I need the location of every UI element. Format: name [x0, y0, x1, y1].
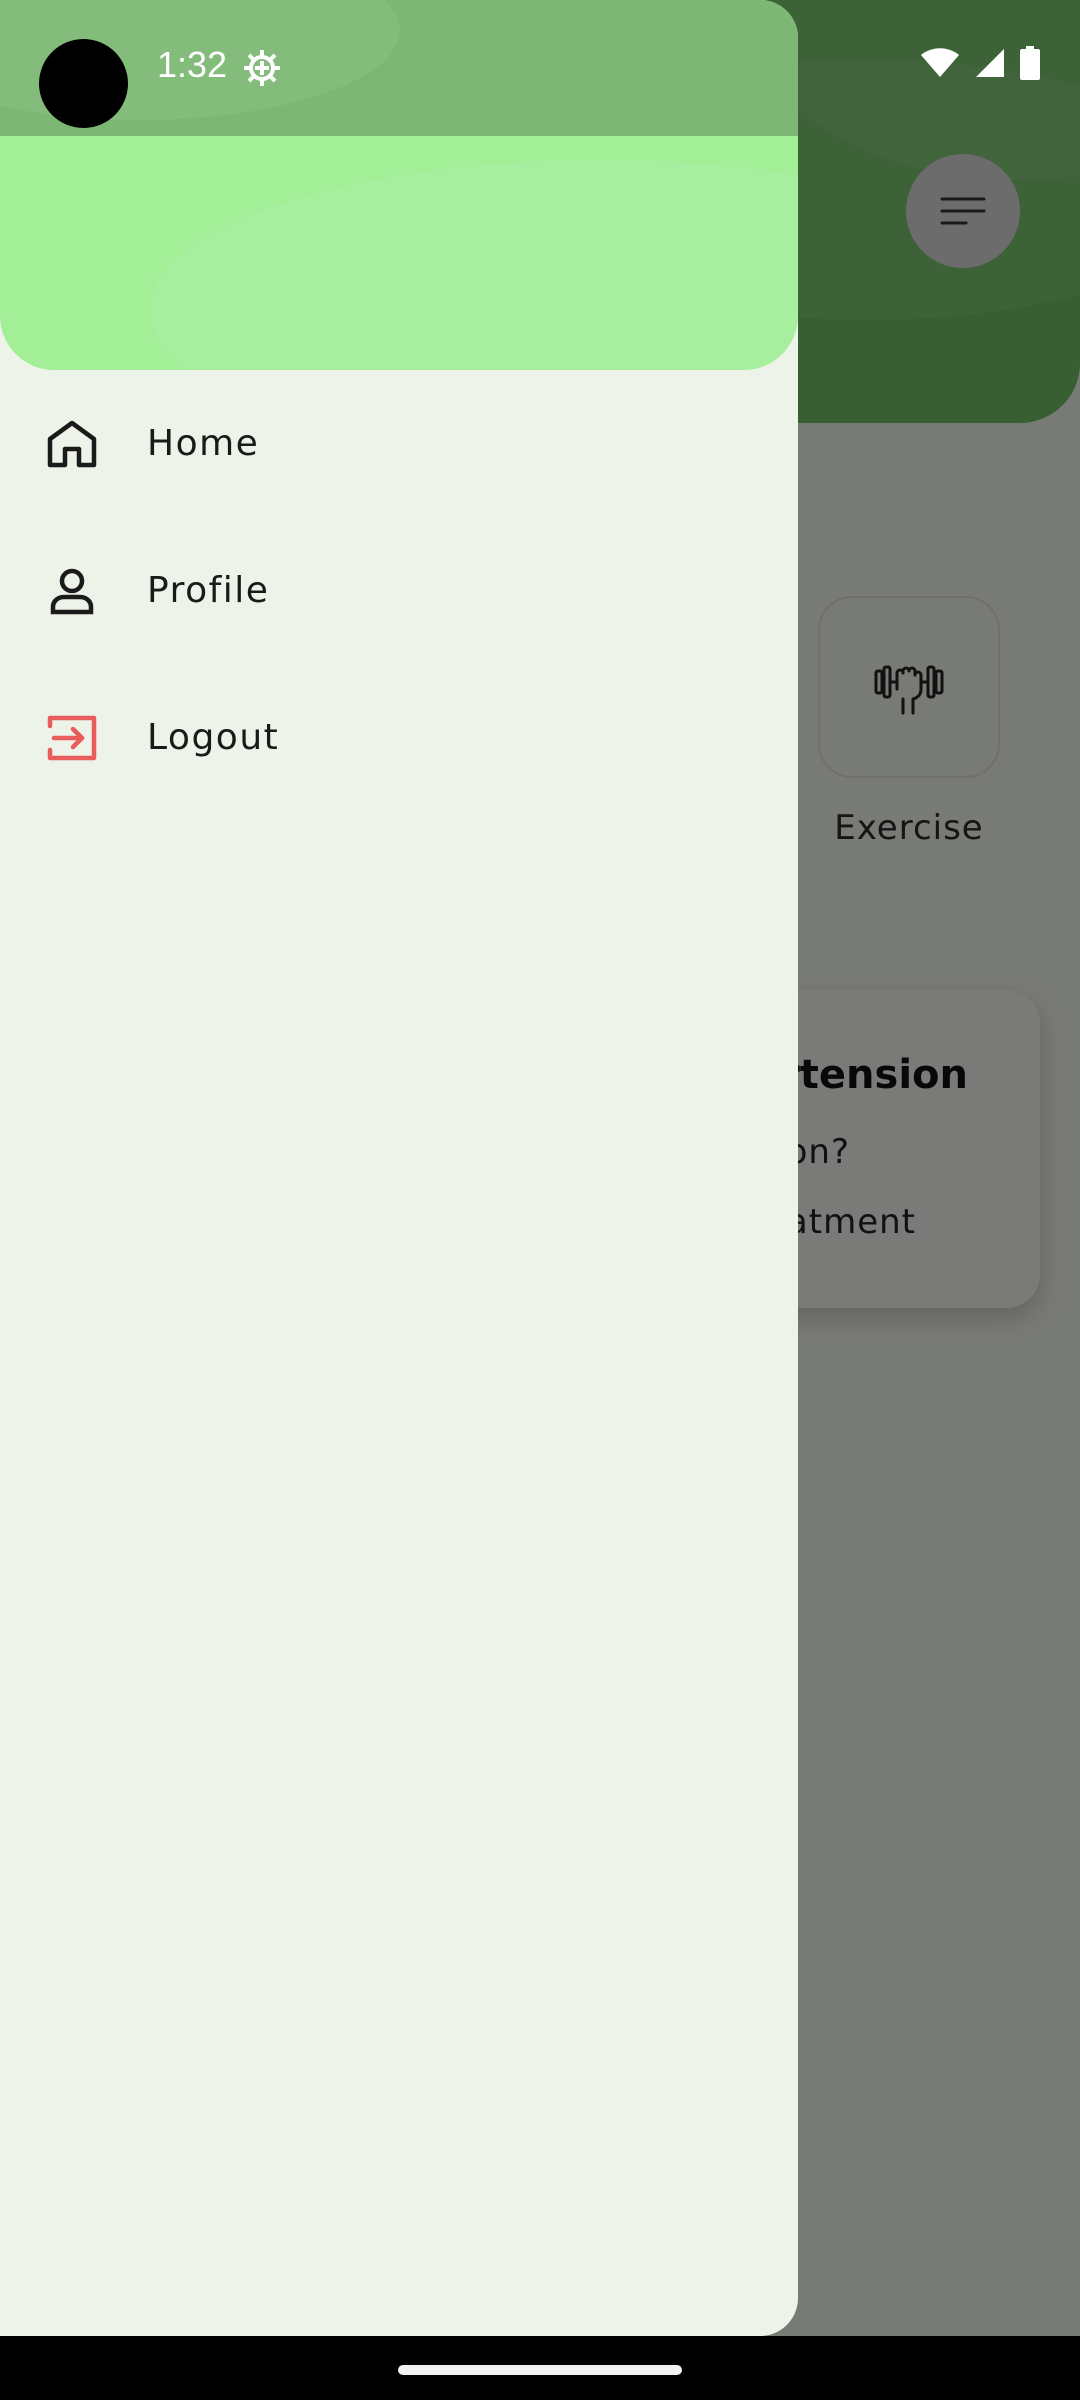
- signal-icon: [976, 49, 1004, 77]
- system-navigation-bar: [0, 2336, 1080, 2400]
- wifi-icon: [921, 48, 959, 77]
- drawer-item-label: Logout: [147, 717, 280, 758]
- person-icon: [44, 563, 100, 619]
- status-time: 1:32: [157, 44, 228, 85]
- status-bar: 1:32: [0, 0, 1080, 136]
- home-icon: [44, 416, 100, 472]
- drawer-menu: Home Profile Logout: [0, 370, 798, 811]
- drawer-item-logout[interactable]: Logout: [0, 664, 798, 811]
- drawer-item-profile[interactable]: Profile: [0, 517, 798, 664]
- navigation-drawer: Home Profile Logout: [0, 0, 798, 2336]
- drawer-item-label: Profile: [147, 570, 270, 611]
- status-icons: [920, 46, 1040, 80]
- camera-cutout: [39, 39, 128, 128]
- home-gesture-handle[interactable]: [398, 2365, 682, 2375]
- drawer-item-label: Home: [147, 423, 260, 464]
- settings-gear-icon: [244, 50, 280, 86]
- drawer-item-home[interactable]: Home: [0, 370, 798, 517]
- logout-icon: [44, 710, 100, 766]
- battery-icon: [1020, 46, 1040, 80]
